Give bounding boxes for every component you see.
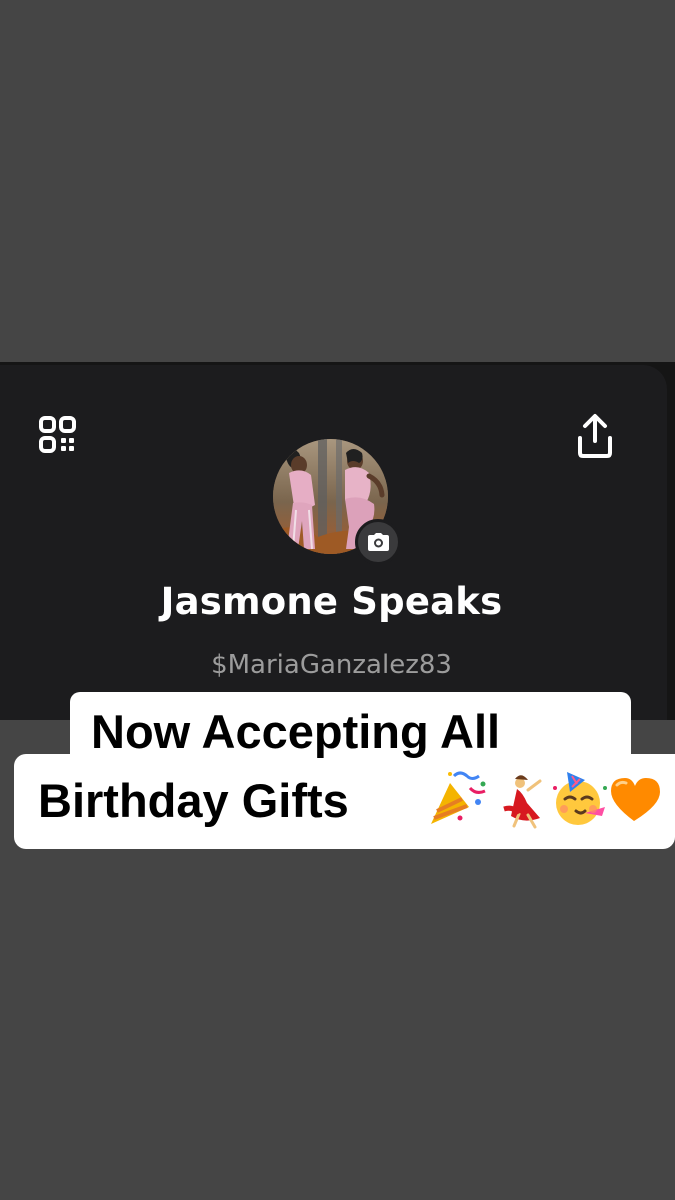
display-name: Jasmone Speaks — [160, 580, 503, 623]
share-button[interactable] — [576, 413, 614, 459]
change-photo-button[interactable] — [355, 519, 401, 565]
cashtag: $MariaGanzalez83 — [211, 650, 452, 680]
party-popper-emoji — [431, 771, 486, 824]
emoji-row — [427, 768, 664, 830]
camera-icon — [367, 532, 389, 551]
qr-code-button[interactable] — [38, 415, 78, 455]
partying-face-emoji — [553, 772, 607, 825]
dancing-woman-emoji — [503, 775, 542, 829]
qr-code-icon — [39, 416, 76, 453]
orange-heart-emoji — [611, 778, 660, 821]
screen: Jasmone Speaks $MariaGanzalez83 Now Acce… — [0, 0, 675, 1200]
caption-line-2: Birthday Gifts — [38, 774, 349, 827]
caption-line-1: Now Accepting All — [91, 705, 501, 758]
share-upload-icon — [578, 414, 612, 458]
